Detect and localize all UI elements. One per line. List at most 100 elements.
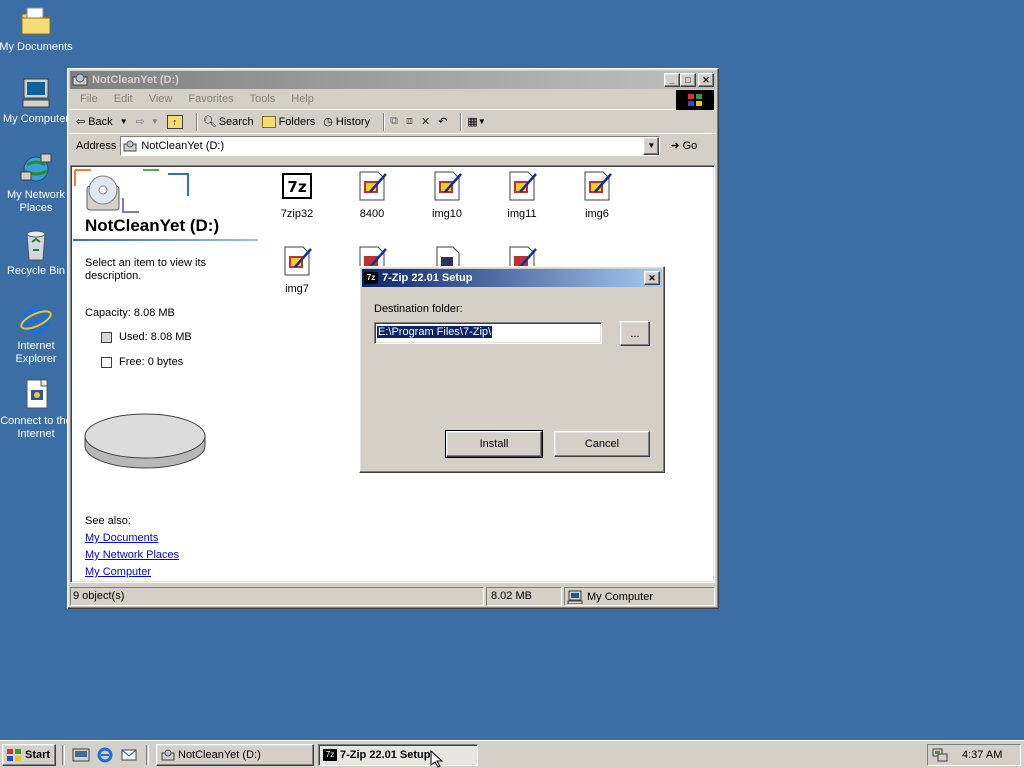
menu-bar: File Edit View Favorites Tools Help [70,89,716,110]
file-item[interactable]: 7z 7zip32 [267,170,327,220]
address-value: NotCleanYet (D:) [141,139,225,152]
description-hint: Select an item to view its description. [85,257,207,282]
link-my-documents[interactable]: My Documents [85,532,158,544]
drive-icon [123,140,137,152]
file-item[interactable]: img11 [492,170,552,220]
desktop-icon-label: My Network Places [6,189,66,214]
status-objects: 9 object(s) [70,587,484,606]
browse-button[interactable]: ... [620,321,650,346]
up-folder-button[interactable]: ↑ [166,114,183,129]
picture-file-icon [281,245,313,277]
address-dropdown-button[interactable]: ▼ [643,136,660,155]
history-button[interactable]: ◷ History [323,115,370,129]
disk-usage-pie [83,408,207,472]
7zip-icon: 7z [281,170,313,202]
picture-file-icon [431,170,463,202]
file-item[interactable]: img7 [267,245,327,295]
svg-text:7z: 7z [287,178,306,196]
file-item[interactable]: img6 [567,170,627,220]
go-arrow-icon: ➜ [670,140,680,152]
internet-explorer-icon[interactable] [96,747,114,763]
desktop-icon-label: My Computer [2,113,70,125]
desktop-icon-recycle-bin[interactable]: Recycle Bin [0,228,74,278]
start-button[interactable]: Start [2,744,56,766]
picture-file-icon [356,170,388,202]
internet-explorer-icon [19,303,53,337]
chevron-down-icon: ▼ [477,117,486,126]
menu-file[interactable]: File [80,93,98,105]
file-item[interactable]: 8400 [342,170,402,220]
desktop-icon-my-computer[interactable]: My Computer [0,76,74,126]
explorer-titlebar[interactable]: NotCleanYet (D:) _ □ ✕ [70,71,716,89]
drive-banner-graphic [73,168,193,214]
desktop-icon-label: Internet Explorer [15,340,57,365]
desktop-icon-connect-internet[interactable]: Connect to the Internet [0,378,74,441]
desktop-icon-my-network-places[interactable]: My Network Places [0,152,74,215]
folder-documents-icon [19,4,53,38]
drive-heading: NotCleanYet (D:) [85,216,220,235]
dialog-title: 7-Zip 22.01 Setup [382,272,473,284]
toolbar-separator [460,112,463,131]
desktop-icon-my-documents[interactable]: My Documents [0,4,74,54]
minimize-button[interactable]: _ [664,73,680,87]
folders-button[interactable]: Folders [261,115,315,128]
back-button[interactable]: ⇦ Back ▼ [76,115,128,129]
address-bar: Address NotCleanYet (D:) ▼ ➜ Go [70,133,716,157]
drive-icon [161,749,175,761]
install-button[interactable]: Install [445,430,543,458]
search-icon: 🔍︎ [202,116,217,128]
windows-logo-icon [676,90,714,110]
see-also-label: See also: [85,515,131,527]
network-icon [19,152,53,186]
cancel-button[interactable]: Cancel [554,431,650,457]
free-legend: Free: 0 bytes [101,356,183,368]
menu-favorites[interactable]: Favorites [188,93,233,105]
quicklaunch-desktop-icon[interactable] [72,747,90,763]
forward-arrow-icon: ⇨ [135,116,145,128]
task-button-setup[interactable]: 7z 7-Zip 22.01 Setup [318,744,478,766]
status-size: 8.02 MB [486,587,562,606]
close-button[interactable]: ✕ [644,271,660,285]
setup-dialog: 7z 7-Zip 22.01 Setup ✕ Destination folde… [359,266,665,473]
dialog-titlebar[interactable]: 7z 7-Zip 22.01 Setup ✕ [362,269,662,287]
move-to-icon: ⧉ [390,115,398,127]
connect-internet-icon [19,378,53,412]
file-item[interactable]: img10 [417,170,477,220]
desktop-icon-internet-explorer[interactable]: Internet Explorer [0,303,74,366]
views-button[interactable]: ▦ ▼ [467,115,485,128]
close-button[interactable]: ✕ [698,73,714,87]
capacity-text: Capacity: 8.08 MB [85,307,175,319]
outlook-express-icon[interactable] [120,747,138,763]
move-to-button[interactable]: ⧉ [390,115,398,128]
desktop-icon-label: My Documents [0,41,73,53]
copy-to-button[interactable]: ⧈ [406,115,413,128]
undo-button[interactable]: ↶ [438,115,447,128]
computer-icon [567,590,583,604]
link-my-computer[interactable]: My Computer [85,566,151,578]
standard-toolbar: ⇦ Back ▼ ⇨ ▼ ↑ 🔍︎ Search Folders ◷ Histo… [70,109,716,133]
back-arrow-icon: ⇦ [76,116,86,128]
address-field[interactable]: NotCleanYet (D:) ▼ [120,135,661,156]
go-button[interactable]: ➜ Go [670,139,697,153]
clock[interactable]: 4:37 AM [962,749,1002,761]
menu-tools[interactable]: Tools [250,93,276,105]
picture-file-icon [581,170,613,202]
link-my-network-places[interactable]: My Network Places [85,549,179,561]
menu-view[interactable]: View [149,93,173,105]
maximize-button[interactable]: □ [680,73,696,87]
menu-edit[interactable]: Edit [114,93,133,105]
used-swatch [101,331,112,343]
task-button-explorer[interactable]: NotCleanYet (D:) [156,744,314,766]
history-icon: ◷ [323,116,333,128]
picture-file-icon [506,170,538,202]
undo-icon: ↶ [438,116,448,128]
windows-logo-icon [6,748,22,762]
menu-help[interactable]: Help [291,93,314,105]
network-tray-icon[interactable] [932,748,948,762]
search-button[interactable]: 🔍︎ Search [202,115,254,129]
destination-input[interactable]: E:\Program Files\7-Zip\ [374,322,602,344]
7zip-icon: 7z [323,749,337,761]
delete-button[interactable]: ✕ [421,115,430,128]
forward-button[interactable]: ⇨ ▼ [136,115,159,128]
window-title: NotCleanYet (D:) [92,74,179,86]
